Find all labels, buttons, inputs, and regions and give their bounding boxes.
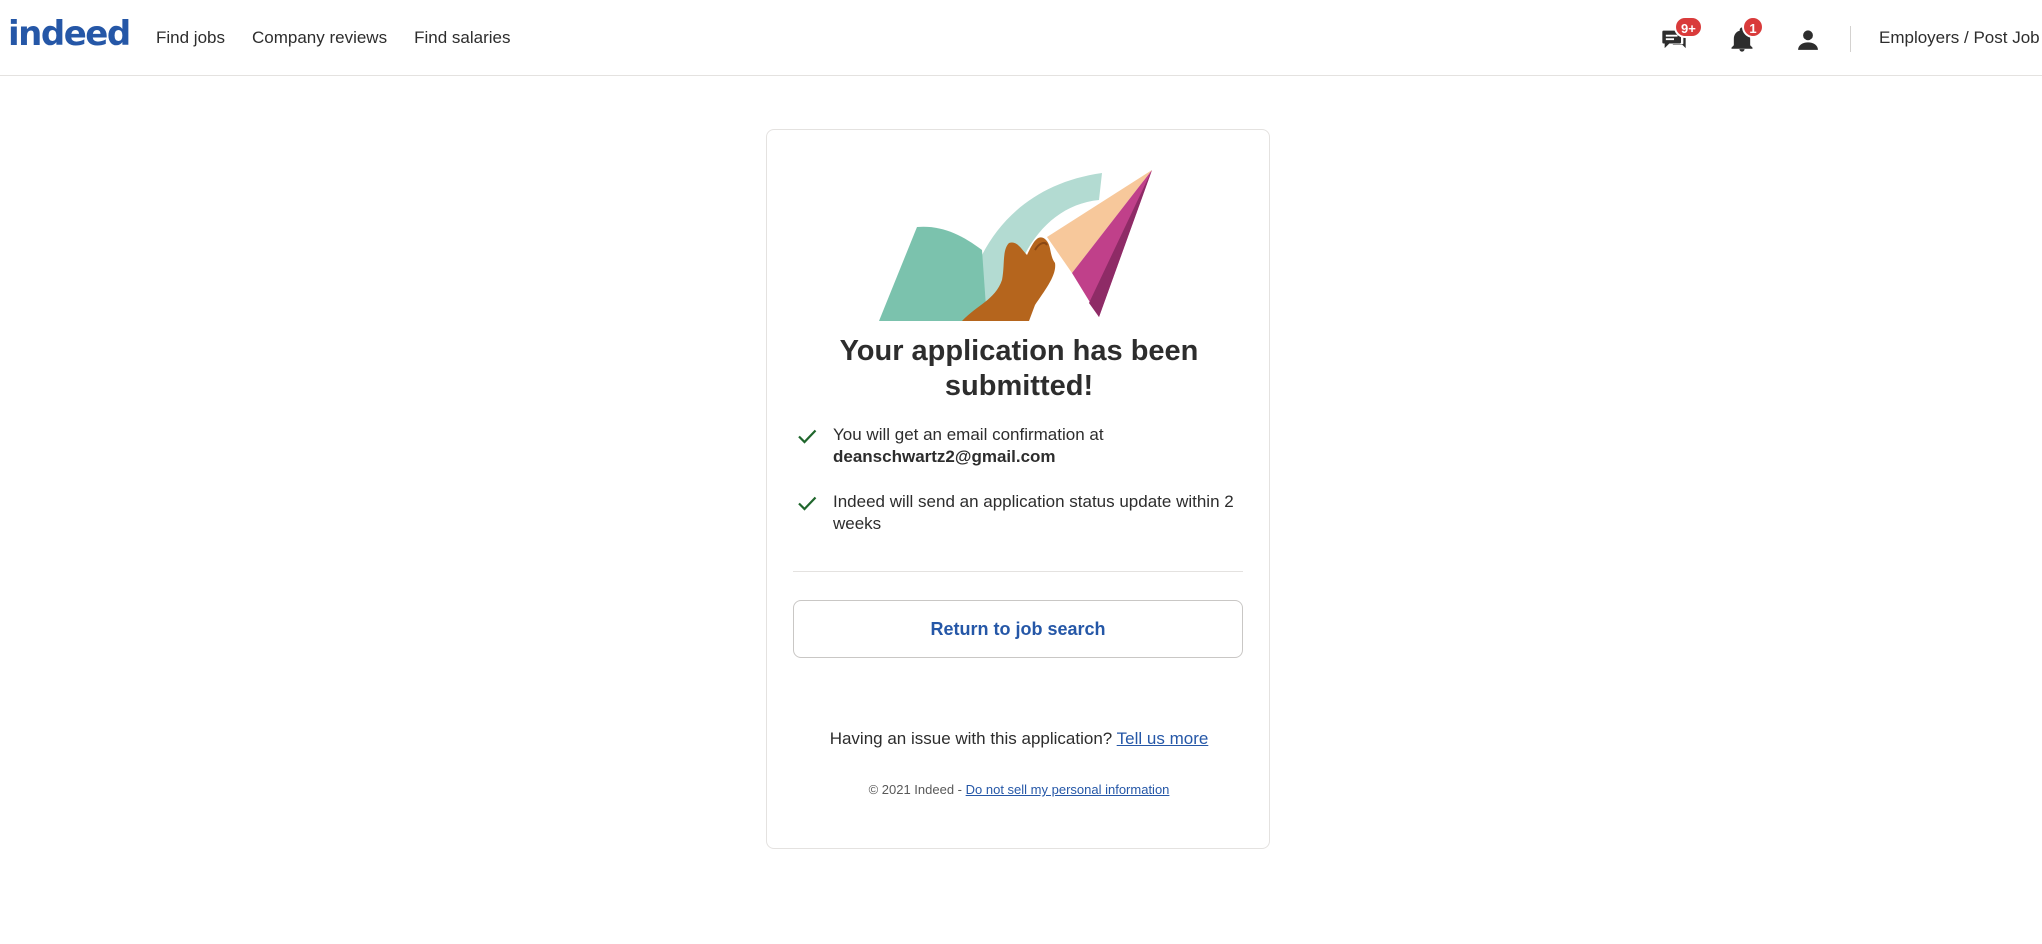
- indeed-logo[interactable]: indeed: [8, 14, 131, 54]
- email-confirmation-label: You will get an email confirmation at: [833, 425, 1104, 444]
- issue-prompt: Having an issue with this application? T…: [767, 729, 1271, 749]
- return-to-job-search-button[interactable]: Return to job search: [793, 600, 1243, 658]
- checkmark-icon: [798, 429, 817, 444]
- confirmation-email-address: deanschwartz2@gmail.com: [833, 447, 1056, 466]
- nav-find-salaries[interactable]: Find salaries: [414, 28, 510, 48]
- employers-post-job-link[interactable]: Employers / Post Job: [1879, 28, 2040, 48]
- checkmark-icon: [798, 496, 817, 511]
- nav-find-jobs[interactable]: Find jobs: [156, 28, 225, 48]
- email-confirmation-item: You will get an email confirmation at de…: [795, 424, 1235, 468]
- notifications-count-badge: 1: [1742, 16, 1764, 38]
- messages-button[interactable]: 9+: [1658, 16, 1703, 56]
- person-icon: [1798, 30, 1818, 50]
- status-update-item: Indeed will send an application status u…: [795, 491, 1235, 535]
- profile-button[interactable]: [1792, 24, 1824, 56]
- card-divider: [793, 571, 1243, 572]
- notifications-button[interactable]: 1: [1726, 16, 1764, 56]
- paper-plane-illustration: [879, 170, 1152, 321]
- confirmation-title: Your application has been submitted!: [839, 335, 1199, 402]
- top-header: indeed Find jobs Company reviews Find sa…: [0, 0, 2042, 76]
- messages-count-badge: 9+: [1674, 16, 1703, 38]
- header-divider: [1850, 26, 1851, 52]
- main-nav: Find jobs Company reviews Find salaries: [156, 0, 537, 76]
- issue-text: Having an issue with this application?: [829, 729, 1113, 748]
- confirmation-card: Your application has been submitted! You…: [766, 129, 1270, 849]
- email-confirmation-text: You will get an email confirmation at de…: [833, 424, 1104, 468]
- copyright-text: © 2021 Indeed -: [868, 782, 963, 797]
- do-not-sell-link[interactable]: Do not sell my personal information: [966, 782, 1170, 797]
- nav-company-reviews[interactable]: Company reviews: [252, 28, 387, 48]
- card-footer: © 2021 Indeed - Do not sell my personal …: [767, 782, 1271, 797]
- tell-us-more-link[interactable]: Tell us more: [1117, 729, 1209, 748]
- status-update-text: Indeed will send an application status u…: [833, 492, 1234, 533]
